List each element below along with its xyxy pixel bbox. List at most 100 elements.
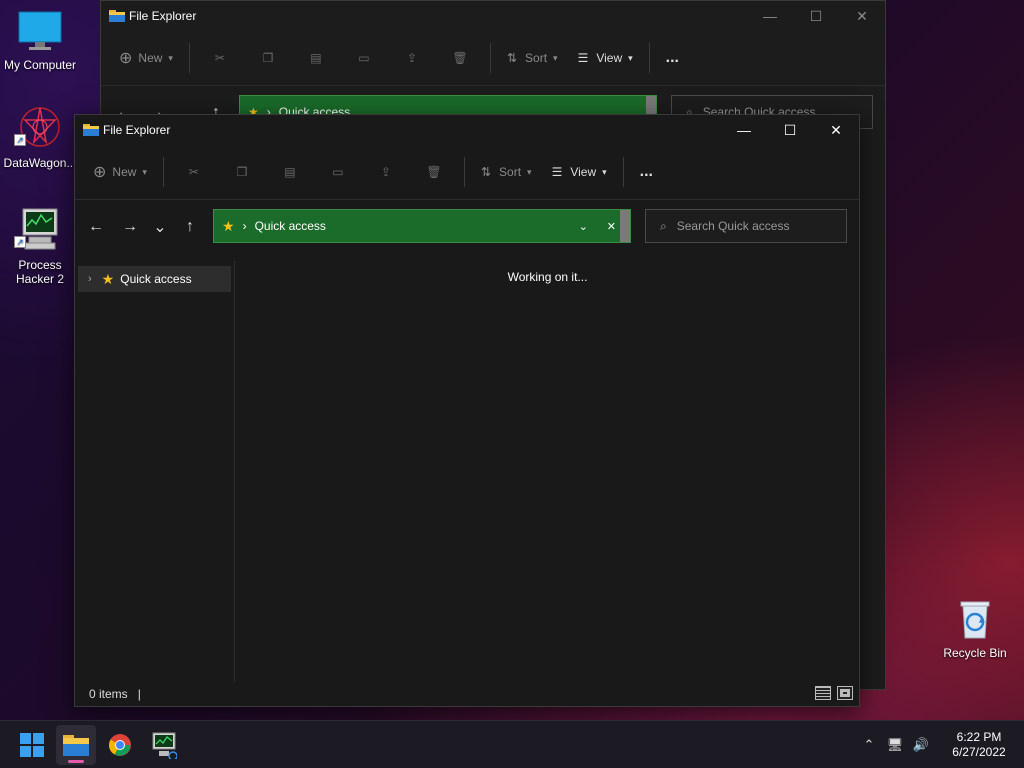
recent-locations-icon[interactable]: ⌄ [147, 215, 173, 239]
divider [648, 43, 650, 73]
chevron-down-icon: ▾ [527, 166, 532, 177]
new-label: New [112, 165, 137, 179]
sidebar-item-quick-access[interactable]: › ★ Quick access [78, 266, 231, 292]
chevron-down-icon: ▾ [602, 166, 607, 177]
desktop-icon-datawagon[interactable]: ↗ DataWagon... [0, 104, 80, 170]
rename-icon[interactable]: ▭ [340, 40, 388, 76]
window-title: File Explorer [103, 123, 171, 137]
delete-icon[interactable]: 🗑 [410, 154, 458, 190]
chrome-icon [109, 734, 131, 756]
maximize-button[interactable]: ☐ [767, 115, 813, 145]
process-hacker-icon [152, 732, 177, 759]
command-bar: ⊕ New ▾ ✂ ❐ ▤ ▭ ⇪ 🗑 ⇅ Sort ▾ ☰ View ▾ ..… [101, 31, 885, 86]
chevron-down-icon: ▾ [168, 52, 173, 63]
search-placeholder: Search Quick access [676, 219, 790, 233]
close-button[interactable]: ✕ [813, 115, 859, 145]
new-label: New [138, 51, 163, 65]
copy-icon[interactable]: ❐ [218, 154, 266, 190]
clock[interactable]: 6:22 PM 6/27/2022 [934, 730, 1024, 760]
network-icon[interactable]: 🖥 [882, 737, 908, 753]
windows-logo-icon [20, 733, 44, 757]
view-button[interactable]: ☰ View ▾ [542, 154, 617, 190]
search-icon: ⌕ [660, 218, 667, 233]
star-icon: ★ [222, 217, 235, 234]
command-bar: ⊕ New ▾ ✂ ❐ ▤ ▭ ⇪ 🗑 ⇅ Sort ▾ ☰ View ▾ ..… [75, 145, 859, 200]
delete-icon[interactable]: 🗑 [436, 40, 484, 76]
chevron-up-icon[interactable]: ⌃ [856, 737, 882, 753]
address-location: Quick access [254, 219, 326, 233]
plus-circle-icon: ⊕ [93, 164, 107, 181]
minimize-button[interactable]: — [721, 115, 767, 145]
taskbar: ⌃ 🖥 🔊 6:22 PM 6/27/2022 [0, 720, 1024, 768]
address-scroll-edge [620, 210, 630, 242]
divider [622, 157, 624, 187]
breadcrumb-chevron-icon: › [242, 219, 247, 233]
copy-icon[interactable]: ❐ [244, 40, 292, 76]
back-arrow-icon[interactable]: ← [83, 215, 109, 239]
window-title: File Explorer [129, 9, 197, 23]
sort-button[interactable]: ⇅ Sort ▾ [497, 40, 568, 76]
view-button[interactable]: ☰ View ▾ [568, 40, 643, 76]
navigation-pane: › ★ Quick access [75, 261, 235, 682]
sort-button[interactable]: ⇅ Sort ▾ [471, 154, 542, 190]
sort-label: Sort [499, 165, 522, 179]
rename-icon[interactable]: ▭ [314, 154, 362, 190]
desktop-icon-label: DataWagon... [3, 156, 77, 170]
up-arrow-icon[interactable]: ↑ [177, 215, 203, 239]
system-tray: ⌃ 🖥 🔊 6:22 PM 6/27/2022 [856, 721, 1024, 768]
title-bar[interactable]: File Explorer — ☐ ✕ [101, 1, 885, 31]
details-view-icon[interactable] [815, 686, 831, 700]
expand-chevron-icon[interactable]: › [88, 273, 92, 285]
paste-icon[interactable]: ▤ [266, 154, 314, 190]
more-options-button[interactable]: ... [656, 40, 689, 76]
text-cursor: | [137, 687, 141, 701]
cut-icon[interactable]: ✂ [170, 154, 218, 190]
address-dropdown-icon[interactable]: ⌄ [579, 220, 588, 233]
paste-icon[interactable]: ▤ [292, 40, 340, 76]
view-icon: ☰ [577, 51, 589, 65]
view-label: View [596, 51, 623, 65]
sort-icon: ⇅ [480, 165, 492, 179]
close-button[interactable]: ✕ [839, 1, 885, 31]
folder-icon [63, 735, 89, 756]
volume-icon[interactable]: 🔊 [908, 737, 934, 753]
search-box[interactable]: ⌕ Search Quick access [645, 209, 847, 243]
minimize-button[interactable]: — [747, 1, 793, 31]
sort-label: Sort [525, 51, 548, 65]
taskbar-chrome[interactable] [100, 725, 140, 765]
view-icon: ☰ [551, 165, 563, 179]
cut-icon[interactable]: ✂ [196, 40, 244, 76]
file-explorer-window[interactable]: File Explorer — ☐ ✕ ⊕ New ▾ ✂ ❐ ▤ ▭ ⇪ 🗑 … [74, 114, 860, 707]
title-bar[interactable]: File Explorer — ☐ ✕ [75, 115, 859, 145]
folder-icon [109, 10, 125, 22]
clock-time: 6:22 PM [956, 730, 1002, 744]
divider [188, 43, 190, 73]
content-pane[interactable]: Working on it... [236, 261, 859, 682]
divider [489, 43, 491, 73]
forward-arrow-icon[interactable]: → [117, 215, 143, 239]
taskbar-process-hacker[interactable] [144, 725, 184, 765]
desktop-icon-process-hacker[interactable]: ↗ Process Hacker 2 [0, 206, 80, 286]
divider [463, 157, 465, 187]
share-icon[interactable]: ⇪ [388, 40, 436, 76]
new-button[interactable]: ⊕ New ▾ [109, 40, 183, 76]
large-icons-view-icon[interactable] [837, 686, 853, 700]
address-clear-icon[interactable]: ✕ [607, 220, 616, 233]
chevron-down-icon: ▾ [142, 166, 147, 177]
more-options-button[interactable]: ... [630, 154, 663, 190]
plus-circle-icon: ⊕ [119, 50, 133, 67]
desktop-icon-my-computer[interactable]: My Computer [0, 10, 80, 72]
star-icon: ★ [101, 270, 115, 287]
maximize-button[interactable]: ☐ [793, 1, 839, 31]
new-button[interactable]: ⊕ New ▾ [83, 154, 157, 190]
divider [162, 157, 164, 187]
start-button[interactable] [12, 725, 52, 765]
address-bar[interactable]: ★ › Quick access ⌄ ✕ [213, 209, 631, 243]
desktop-icon-recycle-bin[interactable]: Recycle Bin [935, 596, 1015, 660]
desktop-icon-label: Recycle Bin [943, 646, 1007, 660]
folder-icon [83, 124, 99, 136]
shortcut-arrow-icon: ↗ [14, 236, 26, 248]
share-icon[interactable]: ⇪ [362, 154, 410, 190]
taskbar-file-explorer[interactable] [56, 725, 96, 765]
view-label: View [570, 165, 597, 179]
